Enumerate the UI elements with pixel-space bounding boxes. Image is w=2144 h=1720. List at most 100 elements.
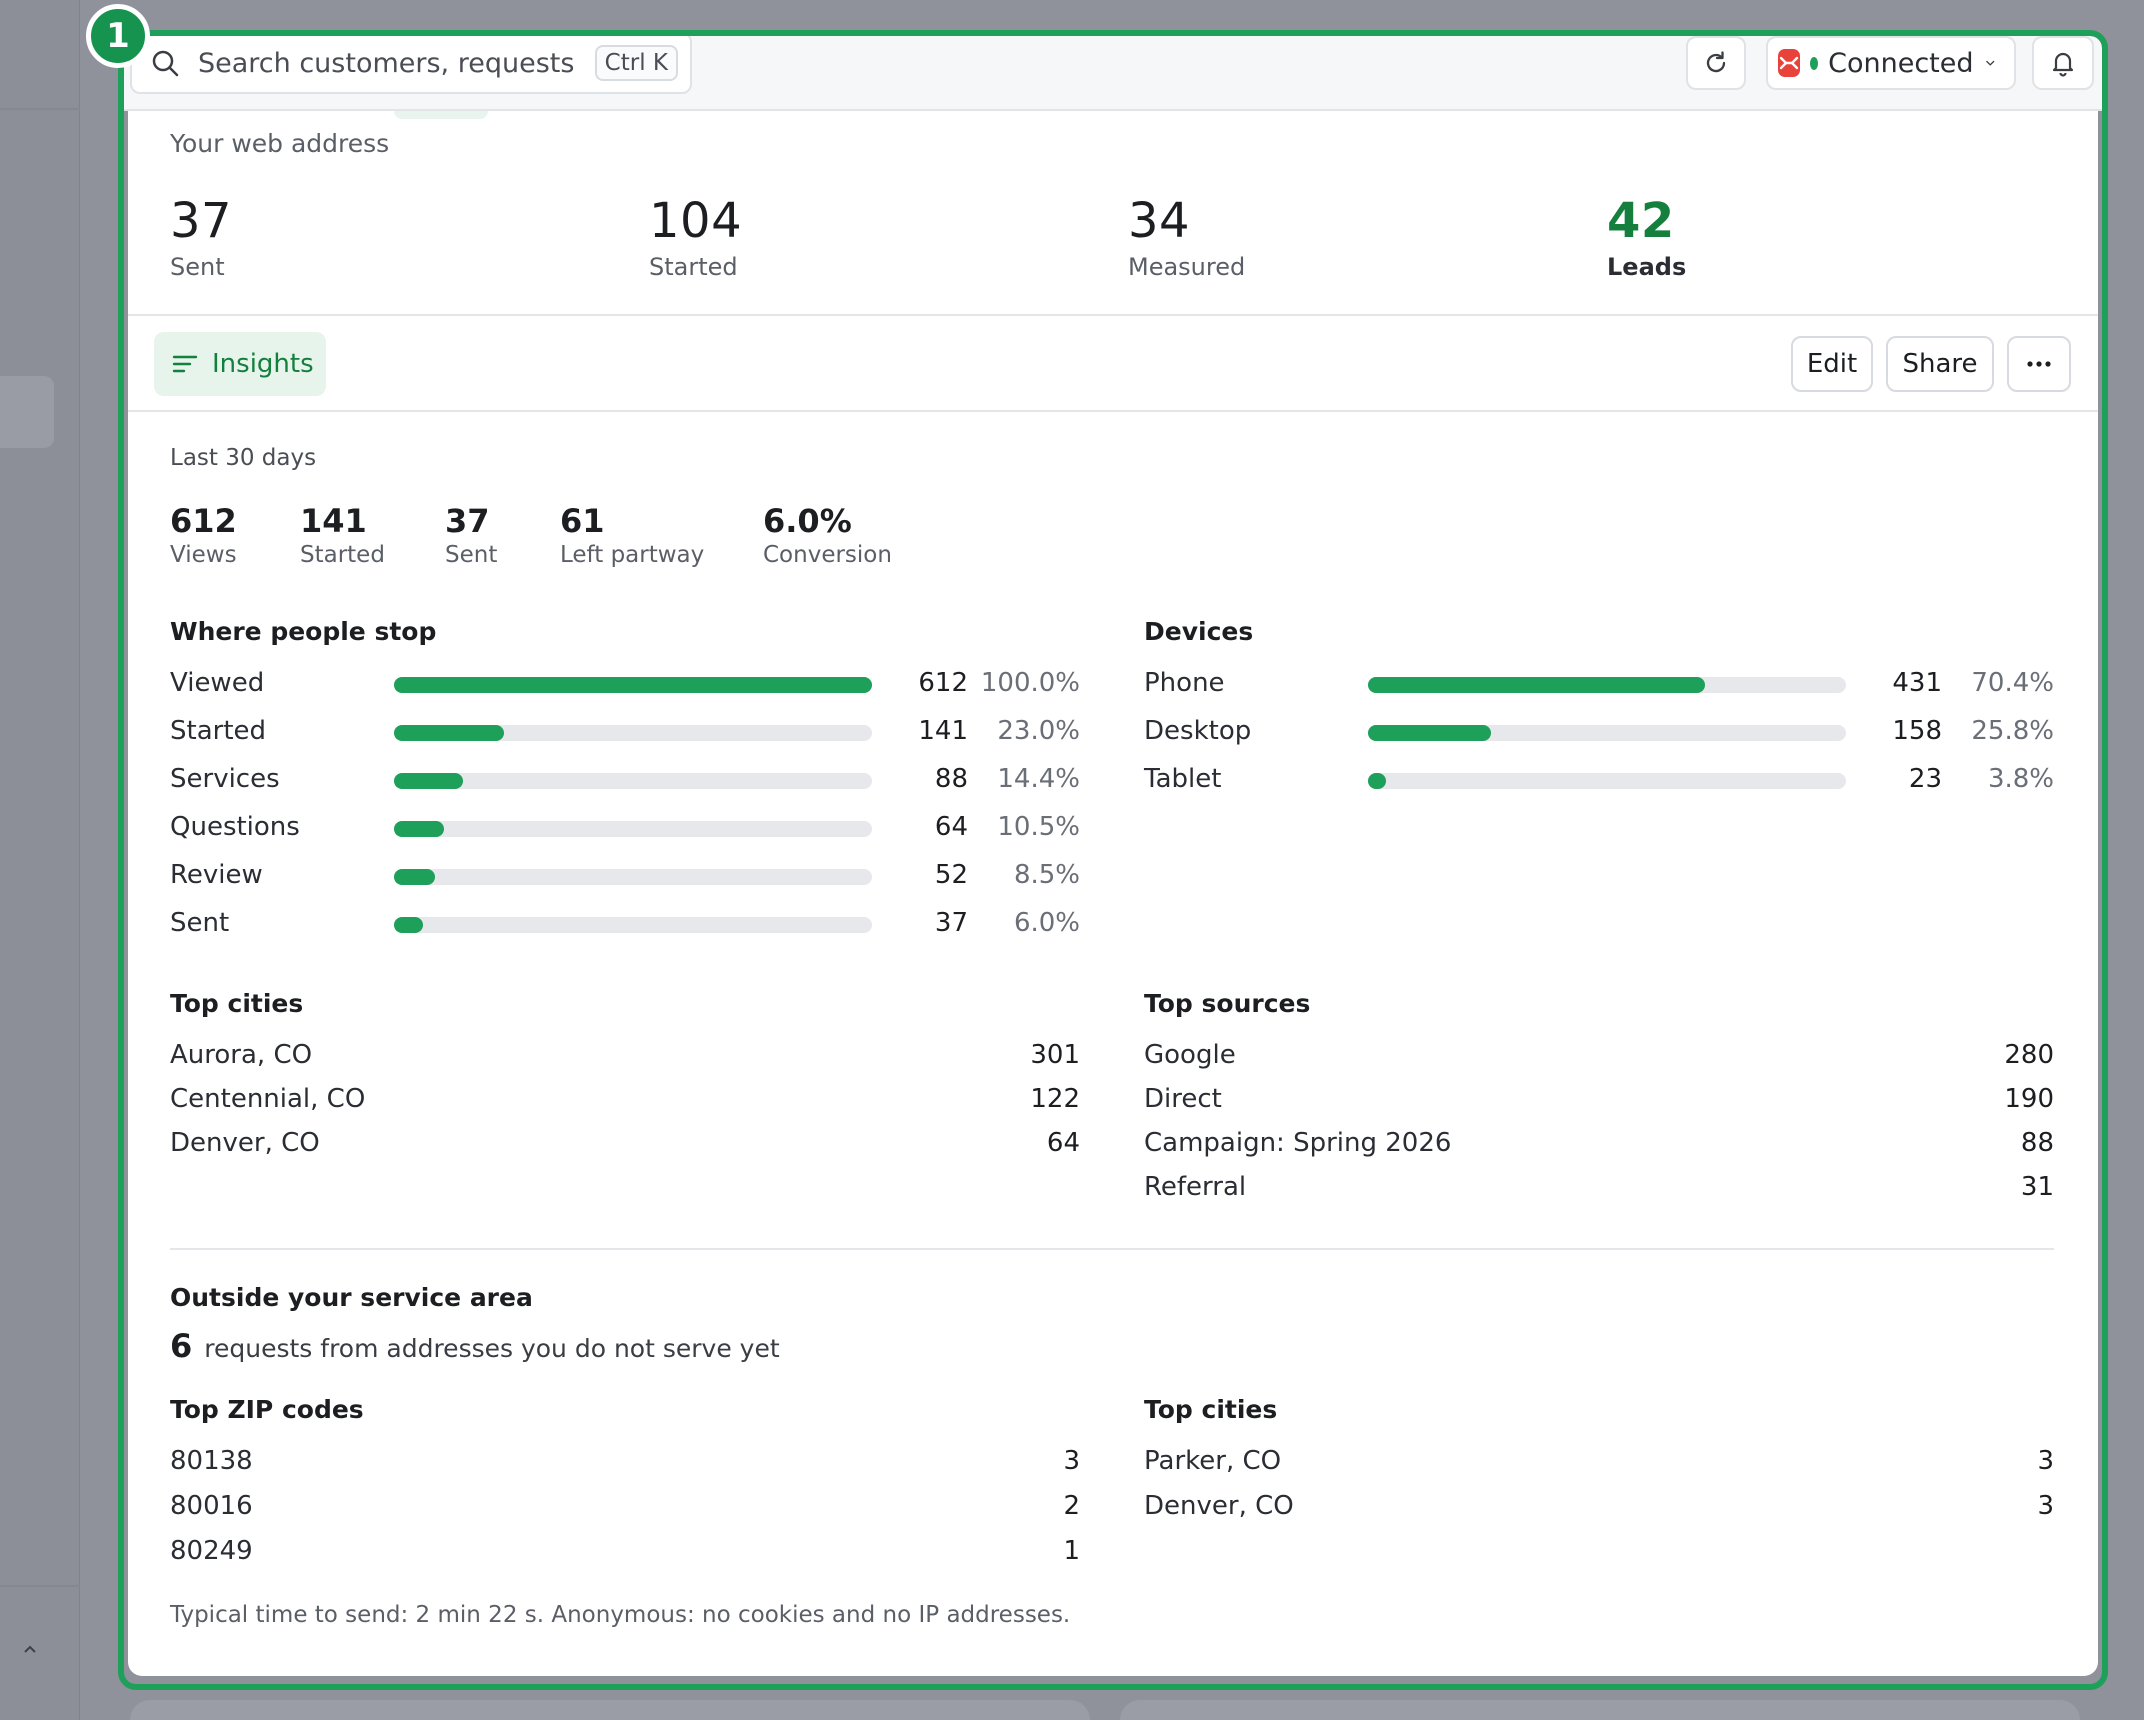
- kpi-leads: 42 Leads: [1607, 193, 1686, 281]
- tab-insights[interactable]: Insights: [154, 332, 326, 396]
- section-divider: [128, 314, 2098, 316]
- refresh-button[interactable]: [1686, 36, 1746, 90]
- connection-dropdown[interactable]: Connected: [1766, 36, 2016, 90]
- stat-started: 141 Started: [300, 502, 385, 568]
- bar-track: [394, 821, 872, 837]
- bar-fill: [394, 725, 504, 741]
- list-item: Denver, CO 3: [1144, 1491, 2054, 1531]
- bar-row: Sent 37 6.0%: [170, 908, 1080, 948]
- bar-track: [394, 773, 872, 789]
- list-item-label: 80138: [170, 1446, 253, 1476]
- bar-fill: [394, 677, 872, 693]
- bar-row-percent: 23.0%: [997, 716, 1080, 746]
- list-item-label: Aurora, CO: [170, 1040, 313, 1070]
- where-people-stop-title: Where people stop: [170, 617, 437, 646]
- outside-text: requests from addresses you do not serve…: [204, 1334, 780, 1363]
- kpi-measured: 34 Measured: [1128, 193, 1245, 281]
- bar-track: [1368, 725, 1846, 741]
- bar-row-label: Services: [170, 764, 280, 794]
- app-sidebar: [0, 0, 80, 1720]
- chevron-down-icon: [1985, 60, 1994, 66]
- section-divider: [170, 1248, 2054, 1250]
- list-item-value: 122: [1030, 1084, 1080, 1114]
- stat-value: 61: [560, 502, 605, 540]
- bar-fill: [394, 773, 463, 789]
- bar-row-count: 431: [1892, 668, 1942, 698]
- chevron-up-icon[interactable]: [20, 1640, 40, 1660]
- bar-row-label: Started: [170, 716, 267, 746]
- bar-row-count: 88: [934, 764, 968, 794]
- kpi-sent: 37 Sent: [170, 193, 232, 281]
- search-input[interactable]: Search customers, requests Ctrl K: [130, 32, 692, 94]
- footnote: Typical time to send: 2 min 22 s. Anonym…: [170, 1602, 1071, 1628]
- list-filter-icon: [172, 355, 198, 373]
- bar-row-percent: 70.4%: [1971, 668, 2054, 698]
- list-item: 80138 3: [170, 1446, 1080, 1486]
- integration-logo-icon: [1778, 49, 1800, 77]
- bar-row-label: Review: [170, 860, 263, 890]
- bar-fill: [1368, 773, 1387, 789]
- bar-row-percent: 8.5%: [1013, 860, 1080, 890]
- more-options-button[interactable]: [2007, 336, 2071, 392]
- list-item: Parker, CO 3: [1144, 1446, 2054, 1486]
- list-item-value: 1: [1063, 1536, 1080, 1566]
- bar-row-percent: 14.4%: [997, 764, 1080, 794]
- list-item-label: Campaign: Spring 2026: [1144, 1128, 1452, 1158]
- kpi-label: Measured: [1128, 253, 1246, 281]
- search-shortcut: Ctrl K: [594, 45, 678, 81]
- list-item: Google 280: [1144, 1040, 2054, 1080]
- bar-row-percent: 10.5%: [997, 812, 1080, 842]
- list-item-label: Denver, CO: [1144, 1491, 1294, 1521]
- tab-indicator: [394, 111, 488, 119]
- bar-row-count: 64: [934, 812, 968, 842]
- bar-row-label: Sent: [170, 908, 230, 938]
- kpi-started: 104 Started: [649, 193, 742, 281]
- share-button[interactable]: Share: [1886, 336, 1994, 392]
- list-item-value: 3: [2037, 1491, 2054, 1521]
- edit-button[interactable]: Edit: [1791, 336, 1873, 392]
- list-item-value: 31: [2020, 1172, 2054, 1202]
- bar-row: Questions 64 10.5%: [170, 812, 1080, 852]
- list-item-label: Google: [1144, 1040, 1236, 1070]
- bar-row: Services 88 14.4%: [170, 764, 1080, 804]
- kpi-value: 42: [1607, 193, 1675, 249]
- bar-fill: [394, 917, 423, 933]
- bar-row: Review 52 8.5%: [170, 860, 1080, 900]
- refresh-icon: [1706, 51, 1726, 73]
- bar-track: [394, 917, 872, 933]
- sidebar-active-item[interactable]: [0, 376, 54, 448]
- stat-label: Started: [300, 542, 385, 568]
- outside-top-cities-title: Top cities: [1144, 1395, 1278, 1424]
- stat-conversion: 6.0% Conversion: [763, 502, 892, 568]
- more-horizontal-icon: [2027, 361, 2051, 367]
- list-item: Referral 31: [1144, 1172, 2054, 1212]
- top-sources-title: Top sources: [1144, 989, 1311, 1018]
- list-item-label: 80016: [170, 1491, 253, 1521]
- bar-row: Desktop 158 25.8%: [1144, 716, 2054, 756]
- list-item-value: 3: [2037, 1446, 2054, 1476]
- stat-label: Left partway: [560, 542, 705, 568]
- kpi-label: Leads: [1607, 253, 1687, 281]
- bar-row-label: Tablet: [1144, 764, 1222, 794]
- notifications-button[interactable]: [2032, 36, 2094, 90]
- bar-row-label: Desktop: [1144, 716, 1252, 746]
- outside-area-summary: 6 requests from addresses you do not ser…: [170, 1327, 780, 1365]
- bar-row-count: 612: [918, 668, 968, 698]
- list-item-value: 2: [1063, 1491, 1080, 1521]
- bar-row-percent: 6.0%: [1013, 908, 1080, 938]
- bar-fill: [1368, 677, 1705, 693]
- list-item: Direct 190: [1144, 1084, 2054, 1124]
- stat-value: 37: [445, 502, 490, 540]
- devices-title: Devices: [1144, 617, 1254, 646]
- bar-track: [394, 725, 872, 741]
- list-item: 80249 1: [170, 1536, 1080, 1576]
- list-item-label: Parker, CO: [1144, 1446, 1282, 1476]
- section-divider: [128, 410, 2098, 412]
- stat-label: Sent: [445, 542, 498, 568]
- list-item-value: 190: [2004, 1084, 2054, 1114]
- kpi-value: 34: [1128, 193, 1191, 249]
- search-placeholder: Search customers, requests: [198, 47, 575, 79]
- bell-icon: [2052, 52, 2074, 77]
- top-bar: Search customers, requests Ctrl K Connec…: [124, 32, 2102, 111]
- bar-row-count: 23: [1908, 764, 1942, 794]
